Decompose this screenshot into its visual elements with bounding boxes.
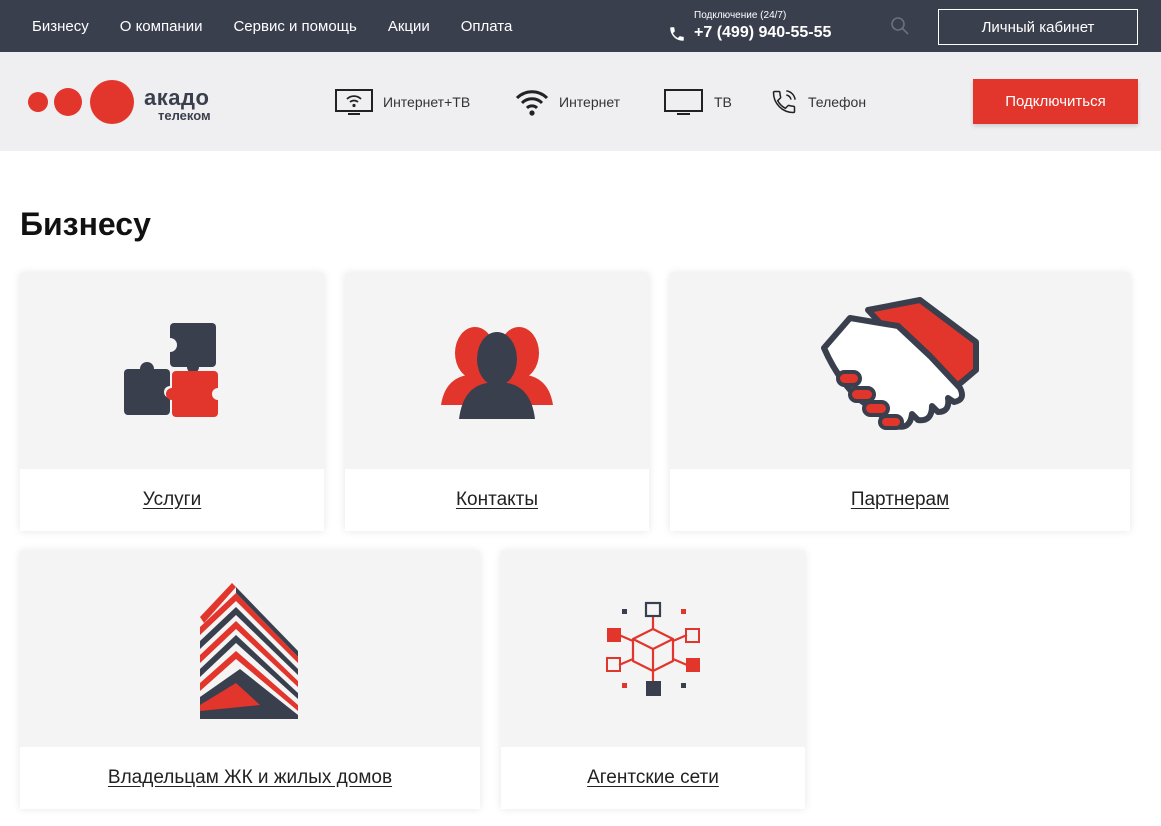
card-label[interactable]: Услуги xyxy=(20,469,324,531)
people-icon xyxy=(441,327,553,419)
top-bar: Бизнесу О компании Сервис и помощь Акции… xyxy=(0,0,1161,52)
card-art xyxy=(20,273,324,469)
nav-link-about[interactable]: О компании xyxy=(120,18,203,35)
phone-caption: Подключение (24/7) xyxy=(694,10,787,21)
phone-number[interactable]: +7 (499) 940-55-55 xyxy=(694,24,831,42)
personal-account-button[interactable]: Личный кабинет xyxy=(938,9,1138,45)
connect-button[interactable]: Подключиться xyxy=(973,79,1138,124)
network-cube-icon xyxy=(606,601,700,696)
card-partners[interactable]: Партнерам xyxy=(670,273,1130,531)
nav-link-payment[interactable]: Оплата xyxy=(461,18,513,35)
nav-link-promo[interactable]: Акции xyxy=(388,18,430,35)
service-label: Телефон xyxy=(808,94,867,110)
logo-subtext: телеком xyxy=(158,108,211,123)
card-art xyxy=(20,551,480,747)
service-internet-tv[interactable]: Интернет+ТВ xyxy=(335,88,470,116)
search-icon[interactable] xyxy=(890,16,910,36)
building-icon xyxy=(200,583,298,719)
main-header: акадо телеком Интернет+ТВ Интернет ТВ Те… xyxy=(0,52,1161,151)
card-services[interactable]: Услуги xyxy=(20,273,324,531)
handset-icon xyxy=(670,27,684,41)
nav-link-business[interactable]: Бизнесу xyxy=(32,18,89,35)
wifi-icon xyxy=(515,90,549,116)
service-tv[interactable]: ТВ xyxy=(664,88,732,116)
puzzle-icon xyxy=(124,323,222,417)
service-label: Интернет+ТВ xyxy=(383,94,471,110)
card-label[interactable]: Контакты xyxy=(345,469,649,531)
top-nav: Бизнесу О компании Сервис и помощь Акции… xyxy=(32,0,543,52)
card-label[interactable]: Партнерам xyxy=(670,469,1130,531)
card-contacts[interactable]: Контакты xyxy=(345,273,649,531)
tv-icon xyxy=(664,89,703,115)
logo-dots-icon xyxy=(28,80,134,124)
page-title: Бизнесу xyxy=(20,206,151,242)
handshake-icon xyxy=(821,297,979,430)
card-agent-networks[interactable]: Агентские сети xyxy=(501,551,805,809)
service-label: ТВ xyxy=(714,94,732,110)
tv-wifi-icon xyxy=(335,89,373,115)
card-label[interactable]: Владельцам ЖК и жилых домов xyxy=(20,747,480,809)
phone-icon xyxy=(772,90,796,114)
akado-logo[interactable]: акадо телеком xyxy=(28,79,228,125)
card-art xyxy=(501,551,805,747)
service-internet[interactable]: Интернет xyxy=(515,88,620,116)
card-art xyxy=(670,273,1130,469)
nav-link-service[interactable]: Сервис и помощь xyxy=(233,18,356,35)
card-label[interactable]: Агентские сети xyxy=(501,747,805,809)
card-art xyxy=(345,273,649,469)
service-phone[interactable]: Телефон xyxy=(770,88,866,116)
logo-text: акадо xyxy=(144,85,210,110)
card-building-owners[interactable]: Владельцам ЖК и жилых домов xyxy=(20,551,480,809)
service-label: Интернет xyxy=(559,94,621,110)
